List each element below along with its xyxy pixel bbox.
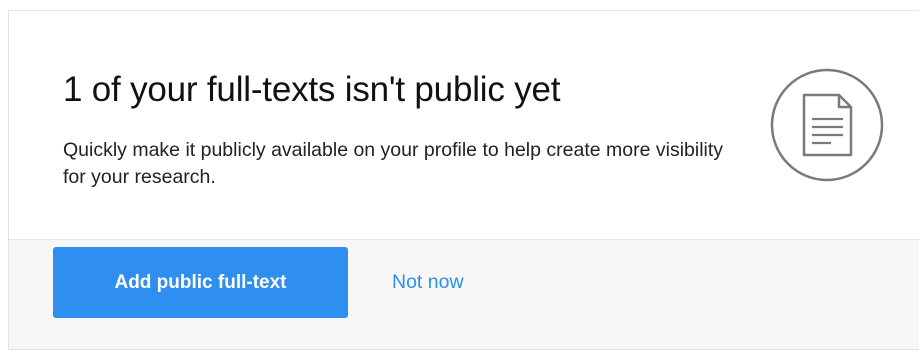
document-icon: [770, 68, 884, 182]
prompt-description: Quickly make it publicly available on yo…: [63, 139, 724, 188]
add-public-full-text-button[interactable]: Add public full-text: [53, 247, 348, 318]
prompt-title: 1 of your full-texts isn't public yet: [63, 70, 561, 109]
not-now-button[interactable]: Not now: [392, 270, 464, 294]
prompt-body: 1 of your full-texts isn't public yet Qu…: [9, 11, 919, 239]
